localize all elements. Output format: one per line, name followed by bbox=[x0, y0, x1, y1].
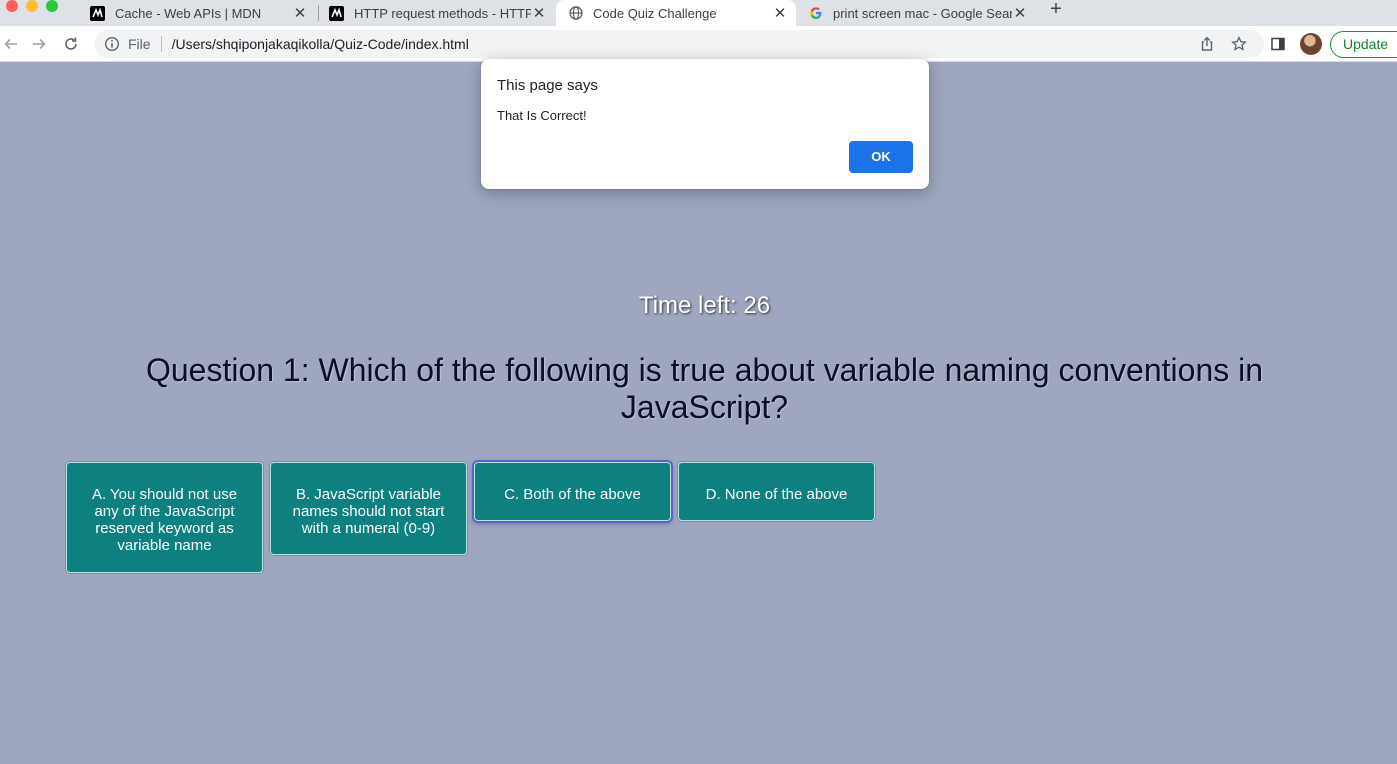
time-left: Time left: 26 bbox=[638, 292, 771, 319]
reload-icon[interactable] bbox=[60, 33, 82, 55]
info-icon[interactable] bbox=[104, 36, 120, 52]
google-icon bbox=[808, 6, 823, 21]
dialog-message: That Is Correct! bbox=[497, 108, 587, 123]
back-icon[interactable] bbox=[0, 33, 22, 55]
tab-divider bbox=[318, 5, 319, 21]
tab-mdn-cache[interactable]: Cache - Web APIs | MDN ✕ bbox=[82, 0, 314, 26]
maximize-window-button[interactable] bbox=[46, 0, 58, 12]
tab-title: print screen mac - Google Search bbox=[833, 5, 1012, 21]
url-text[interactable]: /Users/shqiponjakaqikolla/Quiz-Code/inde… bbox=[172, 36, 469, 52]
close-window-button[interactable] bbox=[6, 0, 18, 12]
tab-google-search[interactable]: print screen mac - Google Search ✕ bbox=[798, 0, 1034, 26]
share-icon[interactable] bbox=[1197, 34, 1217, 54]
answer-d-button[interactable]: D. None of the above bbox=[678, 462, 875, 521]
bookmark-star-icon[interactable] bbox=[1229, 34, 1249, 54]
side-panel-icon[interactable] bbox=[1268, 34, 1288, 54]
browser-toolbar: File /Users/shqiponjakaqikolla/Quiz-Code… bbox=[0, 26, 1397, 62]
question-text: Question 1: Which of the following is tr… bbox=[145, 352, 1264, 425]
dialog-title: This page says bbox=[497, 77, 598, 94]
answer-c-button[interactable]: C. Both of the above bbox=[474, 462, 671, 521]
tab-mdn-http-methods[interactable]: HTTP request methods - HTTP ✕ bbox=[321, 0, 553, 26]
answer-a-button[interactable]: A. You should not use any of the JavaScr… bbox=[66, 462, 263, 573]
close-tab-icon[interactable]: ✕ bbox=[292, 4, 308, 22]
tab-title: Code Quiz Challenge bbox=[593, 5, 717, 21]
close-tab-icon[interactable]: ✕ bbox=[531, 4, 547, 22]
address-bar[interactable]: File /Users/shqiponjakaqikolla/Quiz-Code… bbox=[94, 30, 1264, 58]
close-tab-icon[interactable]: ✕ bbox=[772, 4, 788, 22]
minimize-window-button[interactable] bbox=[26, 0, 38, 12]
ok-button[interactable]: OK bbox=[849, 141, 913, 173]
tab-title: HTTP request methods - HTTP bbox=[354, 5, 531, 21]
globe-icon bbox=[568, 6, 583, 21]
tab-code-quiz[interactable]: Code Quiz Challenge ✕ bbox=[556, 0, 796, 26]
alert-dialog: This page says That Is Correct! OK bbox=[481, 59, 929, 189]
mdn-icon bbox=[329, 5, 344, 21]
close-tab-icon[interactable]: ✕ bbox=[1012, 4, 1028, 22]
forward-icon[interactable] bbox=[28, 33, 50, 55]
address-divider bbox=[160, 36, 162, 52]
tab-strip: Cache - Web APIs | MDN ✕ HTTP request me… bbox=[0, 0, 1397, 26]
tab-title: Cache - Web APIs | MDN bbox=[115, 5, 262, 21]
mdn-icon bbox=[90, 5, 105, 21]
profile-avatar[interactable] bbox=[1300, 33, 1322, 55]
update-button[interactable]: Update bbox=[1330, 31, 1397, 58]
url-scheme: File bbox=[128, 36, 151, 52]
answer-b-button[interactable]: B. JavaScript variable names should not … bbox=[270, 462, 467, 555]
new-tab-button[interactable]: + bbox=[1046, 0, 1066, 20]
